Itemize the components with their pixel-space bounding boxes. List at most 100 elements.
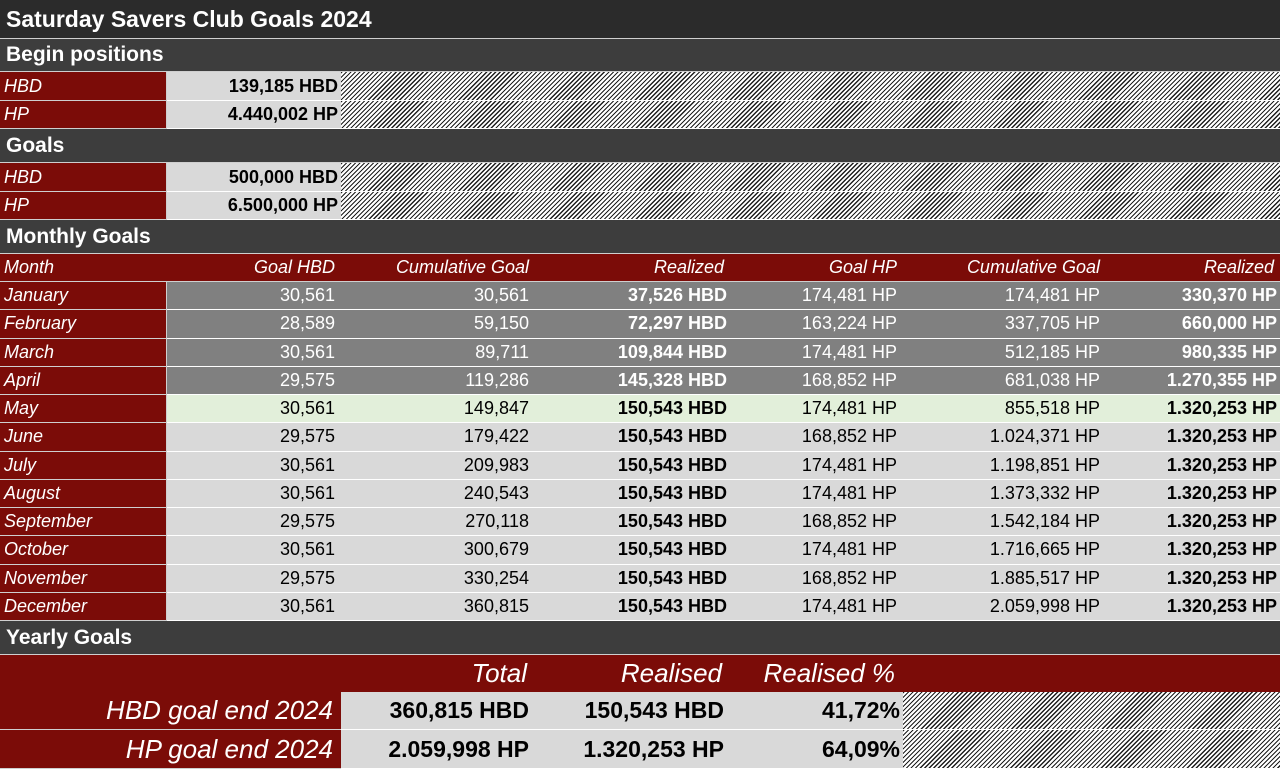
cumulative-hbd-cell[interactable]: 360,815 xyxy=(341,592,535,621)
yearly-hbd-realised[interactable]: 150,543 HBD xyxy=(535,692,730,730)
yearly-header-fill xyxy=(903,655,1280,692)
begin-hp-value[interactable]: 4.440,002 HP xyxy=(167,101,341,129)
cumulative-hp-cell[interactable]: 1.198,851 HP xyxy=(903,451,1106,480)
goal-hp-cell[interactable]: 174,481 HP xyxy=(730,338,903,367)
goal-hbd-value[interactable]: 500,000 HBD xyxy=(167,163,341,192)
cumulative-hp-cell[interactable]: 855,518 HP xyxy=(903,395,1106,424)
realized-hp-cell[interactable]: 330,370 HP xyxy=(1106,282,1280,311)
goal-hbd-cell[interactable]: 30,561 xyxy=(167,451,341,480)
goal-hbd-cell[interactable]: 30,561 xyxy=(167,338,341,367)
cumulative-hp-cell[interactable]: 1.542,184 HP xyxy=(903,508,1106,537)
goal-hp-cell[interactable]: 174,481 HP xyxy=(730,395,903,424)
realized-hbd-cell[interactable]: 150,543 HBD xyxy=(535,508,730,537)
cumulative-hp-cell[interactable]: 174,481 HP xyxy=(903,282,1106,311)
yearly-hp-total[interactable]: 2.059,998 HP xyxy=(341,730,535,769)
goal-hbd-label: HBD xyxy=(0,163,167,192)
begin-hbd-value[interactable]: 139,185 HBD xyxy=(167,72,341,101)
realized-hbd-cell[interactable]: 150,543 HBD xyxy=(535,479,730,508)
cumulative-hp-cell[interactable]: 681,038 HP xyxy=(903,366,1106,395)
realized-hp-cell[interactable]: 1.320,253 HP xyxy=(1106,479,1280,508)
table-row: June 29,575 179,422 150,543 HBD 168,852 HP 1.… xyxy=(0,423,1280,452)
realized-hbd-cell[interactable]: 145,328 HBD xyxy=(535,366,730,395)
month-label: November xyxy=(0,564,167,593)
monthly-header-row: Monthly Goals xyxy=(0,220,1280,254)
cumulative-hbd-cell[interactable]: 240,543 xyxy=(341,479,535,508)
goal-hp-value[interactable]: 6.500,000 HP xyxy=(167,192,341,220)
goal-hp-cell[interactable]: 174,481 HP xyxy=(730,451,903,480)
goal-hbd-cell[interactable]: 29,575 xyxy=(167,423,341,452)
goal-hbd-cell[interactable]: 30,561 xyxy=(167,592,341,621)
realized-hbd-cell[interactable]: 150,543 HBD xyxy=(535,423,730,452)
yearly-header-blank xyxy=(0,655,341,692)
yearly-hp-realised[interactable]: 1.320,253 HP xyxy=(535,730,730,769)
cumulative-hbd-cell[interactable]: 330,254 xyxy=(341,564,535,593)
goal-hbd-cell[interactable]: 29,575 xyxy=(167,564,341,593)
cumulative-hp-cell[interactable]: 1.024,371 HP xyxy=(903,423,1106,452)
yearly-header-row: Yearly Goals xyxy=(0,621,1280,655)
cumulative-hp-cell[interactable]: 1.885,517 HP xyxy=(903,564,1106,593)
cumulative-hp-cell[interactable]: 1.716,665 HP xyxy=(903,536,1106,565)
realized-hp-cell[interactable]: 980,335 HP xyxy=(1106,338,1280,367)
realized-hp-cell[interactable]: 1.270,355 HP xyxy=(1106,366,1280,395)
realized-hbd-cell[interactable]: 150,543 HBD xyxy=(535,536,730,565)
realized-hbd-cell[interactable]: 150,543 HBD xyxy=(535,564,730,593)
cumulative-hbd-cell[interactable]: 270,118 xyxy=(341,508,535,537)
month-label: August xyxy=(0,479,167,508)
realized-hp-cell[interactable]: 1.320,253 HP xyxy=(1106,536,1280,565)
cumulative-hp-cell[interactable]: 337,705 HP xyxy=(903,310,1106,339)
goal-hp-cell[interactable]: 168,852 HP xyxy=(730,564,903,593)
yearly-hp-pct[interactable]: 64,09% xyxy=(730,730,903,769)
realized-hbd-cell[interactable]: 150,543 HBD xyxy=(535,451,730,480)
goal-hp-cell[interactable]: 174,481 HP xyxy=(730,282,903,311)
realized-hbd-cell[interactable]: 72,297 HBD xyxy=(535,310,730,339)
cumulative-hbd-cell[interactable]: 59,150 xyxy=(341,310,535,339)
realized-hbd-cell[interactable]: 37,526 HBD xyxy=(535,282,730,311)
cumulative-hbd-cell[interactable]: 149,847 xyxy=(341,395,535,424)
yearly-col-total: Total xyxy=(341,655,535,692)
cumulative-hbd-cell[interactable]: 300,679 xyxy=(341,536,535,565)
month-label: December xyxy=(0,592,167,621)
cumulative-hbd-cell[interactable]: 179,422 xyxy=(341,423,535,452)
table-row: October 30,561 300,679 150,543 HBD 174,481 H… xyxy=(0,536,1280,565)
realized-hbd-cell[interactable]: 109,844 HBD xyxy=(535,338,730,367)
goal-hp-label: HP xyxy=(0,192,167,220)
goal-hp-cell[interactable]: 174,481 HP xyxy=(730,479,903,508)
cumulative-hbd-cell[interactable]: 89,711 xyxy=(341,338,535,367)
goal-hp-cell[interactable]: 174,481 HP xyxy=(730,536,903,565)
cumulative-hp-cell[interactable]: 512,185 HP xyxy=(903,338,1106,367)
goal-hp-cell[interactable]: 168,852 HP xyxy=(730,423,903,452)
goal-hp-cell[interactable]: 163,224 HP xyxy=(730,310,903,339)
goal-hbd-cell[interactable]: 28,589 xyxy=(167,310,341,339)
realized-hp-cell[interactable]: 1.320,253 HP xyxy=(1106,423,1280,452)
realized-hp-cell[interactable]: 1.320,253 HP xyxy=(1106,508,1280,537)
table-row: December 30,561 360,815 150,543 HBD 174,481 … xyxy=(0,592,1280,621)
goal-hp-cell[interactable]: 168,852 HP xyxy=(730,366,903,395)
realized-hp-cell[interactable]: 660,000 HP xyxy=(1106,310,1280,339)
realized-hp-cell[interactable]: 1.320,253 HP xyxy=(1106,564,1280,593)
cumulative-hp-cell[interactable]: 1.373,332 HP xyxy=(903,479,1106,508)
col-header-month: Month xyxy=(0,254,167,282)
realized-hp-cell[interactable]: 1.320,253 HP xyxy=(1106,592,1280,621)
table-row: April 29,575 119,286 145,328 HBD 168,852 HP 6… xyxy=(0,366,1280,395)
goal-hbd-cell[interactable]: 30,561 xyxy=(167,479,341,508)
realized-hp-cell[interactable]: 1.320,253 HP xyxy=(1106,395,1280,424)
goal-hbd-cell[interactable]: 29,575 xyxy=(167,508,341,537)
goal-hbd-cell[interactable]: 30,561 xyxy=(167,536,341,565)
cumulative-hbd-cell[interactable]: 30,561 xyxy=(341,282,535,311)
cumulative-hbd-cell[interactable]: 119,286 xyxy=(341,366,535,395)
realized-hbd-cell[interactable]: 150,543 HBD xyxy=(535,395,730,424)
month-label: May xyxy=(0,395,167,424)
realized-hp-cell[interactable]: 1.320,253 HP xyxy=(1106,451,1280,480)
goal-hp-cell[interactable]: 168,852 HP xyxy=(730,508,903,537)
goal-hbd-cell[interactable]: 30,561 xyxy=(167,282,341,311)
goal-hbd-cell[interactable]: 29,575 xyxy=(167,366,341,395)
goal-hp-cell[interactable]: 174,481 HP xyxy=(730,592,903,621)
goal-hbd-cell[interactable]: 30,561 xyxy=(167,395,341,424)
month-label: January xyxy=(0,282,167,311)
cumulative-hbd-cell[interactable]: 209,983 xyxy=(341,451,535,480)
realized-hbd-cell[interactable]: 150,543 HBD xyxy=(535,592,730,621)
cumulative-hp-cell[interactable]: 2.059,998 HP xyxy=(903,592,1106,621)
yearly-hbd-total[interactable]: 360,815 HBD xyxy=(341,692,535,730)
hatch-fill xyxy=(903,730,1280,769)
yearly-hbd-pct[interactable]: 41,72% xyxy=(730,692,903,730)
